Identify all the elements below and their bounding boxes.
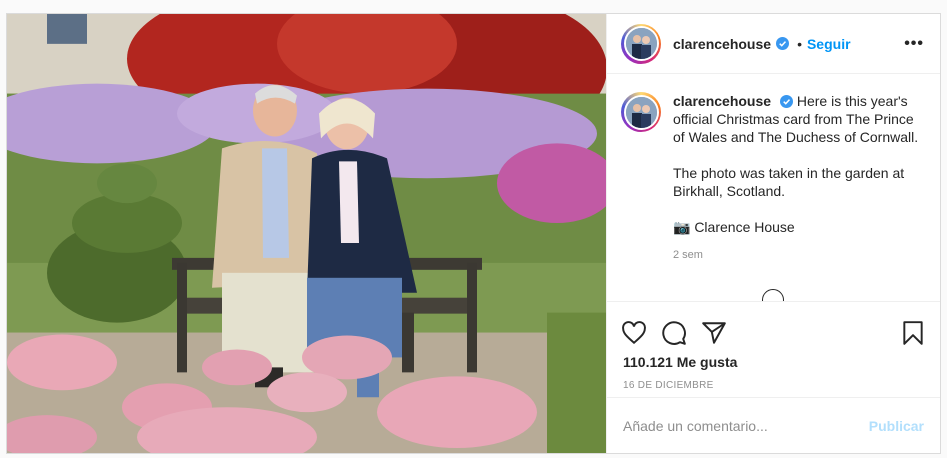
avatar-image [625,96,657,128]
caption-line-3: 📷 Clarence House [673,219,795,235]
post-date[interactable]: 16 DE DICIEMBRE [607,370,940,391]
comment-input[interactable]: Añade un comentario... [623,418,869,434]
verified-badge-icon [776,37,790,50]
paper-plane-icon[interactable] [701,320,727,346]
heart-icon[interactable] [621,320,647,346]
caption-text: clarencehouse Here is this year's offici… [673,92,923,264]
instagram-post: clarencehouse • Seguir ••• clarencehouse… [6,13,941,454]
comment-icon[interactable] [661,320,687,346]
likes-count[interactable]: 110.121 Me gusta [607,352,940,370]
follow-button[interactable]: Seguir [807,36,851,52]
caption-comment: clarencehouse Here is this year's offici… [621,92,924,264]
verified-badge-icon [779,95,793,108]
comments-area: clarencehouse Here is this year's offici… [607,74,940,302]
publish-button[interactable]: Publicar [869,418,924,434]
avatar-image [625,28,657,59]
post-side-panel: clarencehouse • Seguir ••• clarencehouse… [606,14,940,453]
caption-line-2: The photo was taken in the garden at Bir… [673,165,905,199]
add-comment-form: Añade un comentario... Publicar [607,397,940,453]
post-header: clarencehouse • Seguir ••• [607,14,940,74]
separator-dot: • [797,35,802,52]
more-options-button[interactable]: ••• [904,35,924,53]
action-bar [607,302,940,352]
profile-avatar[interactable] [621,23,661,64]
post-time[interactable]: 2 sem [673,246,923,264]
load-more-comments-icon[interactable] [762,289,784,301]
username-link[interactable]: clarencehouse [673,36,771,52]
bookmark-icon[interactable] [900,320,926,346]
caption-avatar[interactable] [621,92,661,132]
caption-username-link[interactable]: clarencehouse [673,93,771,109]
garden-photo-illustration [7,14,606,453]
post-photo[interactable] [7,14,606,453]
